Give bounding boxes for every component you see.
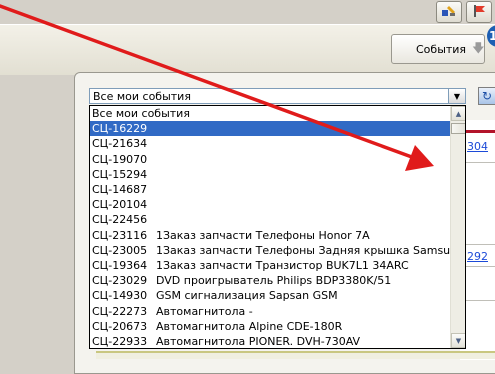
dropdown-option[interactable]: СЦ-22933 Автомагнитола PIONER. DVH-730AV (90, 334, 450, 348)
events-button[interactable]: События 🡇 (391, 34, 485, 64)
refresh-button[interactable]: ↻ (478, 87, 495, 105)
dropdown-option[interactable]: СЦ-22273 Автомагнитола - (90, 304, 450, 319)
dropdown-option[interactable]: СЦ-23005 1Заказ запчасти Телефоны Задняя … (90, 243, 465, 258)
option-name: Автомагнитола Alpine CDE-180R (156, 319, 343, 333)
dropdown-option[interactable]: СЦ-20673 Автомагнитола Alpine CDE-180R (90, 319, 450, 334)
badge-text: 1 (489, 29, 495, 43)
dropdown-option[interactable]: СЦ-14687 (90, 182, 450, 197)
option-code: СЦ-23116 (92, 228, 148, 242)
chevron-down-icon[interactable]: ▼ (448, 89, 465, 103)
dropdown-option[interactable]: СЦ-20104 (90, 197, 450, 212)
option-code: СЦ-23005 (92, 243, 148, 257)
dropdown-option[interactable]: СЦ-22456 (90, 212, 450, 227)
events-label: События (416, 42, 467, 56)
option-code: СЦ-19364 (92, 259, 148, 272)
option-name: Автомагнитола - (156, 304, 253, 318)
option-code: СЦ-22933 (92, 335, 148, 348)
flag-button[interactable] (466, 1, 492, 23)
tools-icon (441, 4, 457, 21)
option-name: 1Заказ запчасти Телефоны Honor 7A (156, 228, 370, 242)
option-name: DVD проигрыватель Philips BDP3380K/51 (156, 274, 392, 288)
option-code: СЦ-14930 (92, 289, 148, 303)
dropdown-option[interactable]: СЦ-16229 (90, 121, 450, 137)
option-code: СЦ-20673 (92, 319, 148, 333)
option-code: СЦ-23029 (92, 274, 148, 288)
option-code: СЦ-21634 (92, 137, 148, 151)
arrow-down-icon: 🡇 (472, 40, 485, 55)
dropdown-option[interactable]: СЦ-21634 (90, 136, 450, 151)
dropdown-option[interactable]: СЦ-15294 (90, 167, 450, 182)
option-code: СЦ-16229 (92, 122, 148, 136)
scroll-thumb[interactable] (451, 123, 465, 134)
event-filter-dropdown: Все мои события СЦ-16229 СЦ-21634 СЦ-19070 С… (89, 105, 466, 349)
option-name: Автомагнитола PIONER. DVH-730AV (156, 335, 361, 348)
background-link[interactable]: 292 (467, 250, 488, 263)
dropdown-option[interactable]: СЦ-19364 1Заказ запчасти Транзистор BUK7L… (90, 258, 450, 273)
flag-icon (471, 4, 487, 21)
event-filter-value: Все мои события (93, 90, 191, 103)
top-toolbar (0, 0, 495, 24)
option-code: СЦ-22273 (92, 304, 148, 318)
scroll-up-icon[interactable]: ▲ (451, 106, 465, 121)
option-code: СЦ-20104 (92, 198, 148, 212)
scroll-down-icon[interactable]: ▼ (451, 333, 465, 348)
refresh-icon: ↻ (481, 89, 493, 103)
event-filter-select[interactable]: Все мои события ▼ (89, 88, 466, 104)
dropdown-scrollbar[interactable]: ▲ ▼ (450, 106, 465, 348)
option-name: 1Заказ запчасти Телефоны Задняя крышка S… (156, 243, 466, 257)
dropdown-option[interactable]: СЦ-23116 1Заказ запчасти Телефоны Honor 7… (90, 228, 450, 243)
option-code: СЦ-14687 (92, 183, 148, 196)
option-code: Все мои события (92, 107, 190, 120)
option-code: СЦ-15294 (92, 167, 148, 181)
option-name: GSM сигнализация Sapsan GSM (156, 289, 338, 303)
tools-button[interactable] (436, 1, 462, 23)
dropdown-option[interactable]: Все мои события (90, 106, 450, 121)
option-code: СЦ-19070 (92, 152, 148, 166)
option-name: 1Заказ запчасти Транзистор BUK7L1 34ARC (156, 259, 409, 272)
dropdown-option[interactable]: СЦ-19070 (90, 152, 450, 167)
dropdown-option[interactable]: СЦ-14930 GSM сигнализация Sapsan GSM (90, 288, 450, 303)
dropdown-option[interactable]: СЦ-23029 DVD проигрыватель Philips BDP338… (90, 273, 450, 288)
option-code: СЦ-22456 (92, 213, 148, 227)
bottom-strip (96, 351, 495, 359)
background-link[interactable]: 304 (467, 140, 488, 153)
